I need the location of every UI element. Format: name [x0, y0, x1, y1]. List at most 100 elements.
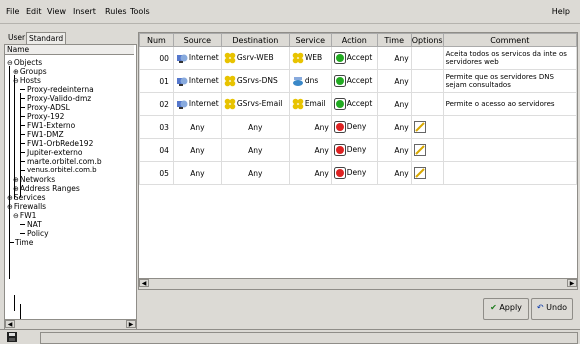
tree-node-proxy-valido-dmz[interactable]: Proxy-Valido-dmz [27, 94, 91, 103]
cell-destination[interactable]: Any [220, 138, 290, 162]
collapse-icon[interactable]: ⊖ [13, 212, 19, 220]
cell-destination[interactable]: Any [220, 161, 290, 185]
cell-service[interactable]: Any [288, 115, 332, 139]
header-time[interactable]: Time [376, 33, 412, 47]
cell-action[interactable]: Deny [330, 161, 378, 185]
scroll-right-icon[interactable]: ▶ [126, 320, 136, 328]
tree-node-jupiter-externo[interactable]: Jupiter-externo [27, 148, 82, 157]
cell-options[interactable] [410, 46, 444, 70]
cell-destination[interactable]: GSrvs-DNS [220, 69, 290, 93]
scroll-right-icon[interactable]: ▶ [567, 279, 577, 287]
cell-num[interactable]: 02 [139, 92, 174, 116]
pencil-icon[interactable] [413, 144, 426, 156]
menu-help[interactable]: Help [552, 7, 570, 16]
cell-time[interactable]: Any [376, 69, 412, 93]
expand-icon[interactable]: ⊕ [13, 185, 19, 193]
cell-num[interactable]: 03 [139, 115, 174, 139]
collapse-icon[interactable]: ⊖ [7, 59, 13, 67]
cell-action[interactable]: Deny [330, 115, 378, 139]
scroll-left-icon[interactable]: ◀ [5, 320, 15, 328]
tree-node-time[interactable]: Time [15, 238, 33, 247]
cell-comment[interactable] [442, 115, 577, 139]
cell-time[interactable]: Any [376, 46, 412, 70]
tree-node-nat[interactable]: NAT [27, 220, 42, 229]
tree-node-venus[interactable]: venus.orbitel.com.b [27, 166, 97, 175]
cell-action[interactable]: Accept [330, 92, 378, 116]
tree-node-proxy-adsl[interactable]: Proxy-ADSL [27, 103, 70, 112]
cell-source[interactable]: Internet [172, 92, 222, 116]
cell-num[interactable]: 00 [139, 46, 174, 70]
table-row[interactable]: 00 Internet Gsrv-WEB WEB Accept Any Aceita tod… [139, 46, 577, 70]
tree-node-fw1-orbrede192[interactable]: FW1-OrbRede192 [27, 139, 93, 148]
tab-standard[interactable]: Standard [26, 32, 67, 44]
table-row[interactable]: 01 Internet GSrvs-DNS dns Accept Any Permite q… [139, 69, 577, 93]
tree-node-proxy-192[interactable]: Proxy-192 [27, 112, 64, 121]
cell-num[interactable]: 04 [139, 138, 174, 162]
cell-action[interactable]: Accept [330, 46, 378, 70]
cell-comment[interactable] [442, 161, 577, 185]
tree-node-proxy-redeinterna[interactable]: Proxy-redeinterna [27, 85, 94, 94]
cell-options[interactable] [410, 138, 444, 162]
pencil-icon[interactable] [413, 167, 426, 179]
tree-node-fw1-externo[interactable]: FW1-Externo [27, 121, 75, 130]
scroll-left-icon[interactable]: ◀ [139, 279, 149, 287]
table-horizontal-scrollbar[interactable]: ◀ ▶ [138, 278, 578, 290]
pencil-icon[interactable] [413, 121, 426, 133]
header-action[interactable]: Action [330, 33, 378, 47]
table-row[interactable]: 05 Any Any Any Deny Any [139, 161, 577, 185]
tree-header-name[interactable]: Name [5, 45, 134, 55]
cell-comment[interactable]: Permite que os servidores DNS sejam cons… [442, 69, 577, 93]
cell-time[interactable]: Any [376, 138, 412, 162]
cell-source[interactable]: Any [172, 115, 222, 139]
header-service[interactable]: Service [288, 33, 332, 47]
undo-button[interactable]: ↶ Undo [531, 298, 573, 320]
cell-comment[interactable] [442, 138, 577, 162]
tab-user[interactable]: User [6, 32, 28, 43]
cell-service[interactable]: dns [288, 69, 332, 93]
cell-time[interactable]: Any [376, 115, 412, 139]
table-row[interactable]: 02 Internet GSrvs-Email Email Accept Any Permi… [139, 92, 577, 116]
tree-node-policy[interactable]: Policy [27, 229, 49, 238]
cell-options[interactable] [410, 69, 444, 93]
tree-node-fw1-dmz[interactable]: FW1-DMZ [27, 130, 64, 139]
cell-source[interactable]: Internet [172, 69, 222, 93]
header-options[interactable]: Options [410, 33, 444, 47]
menu-edit[interactable]: Edit [26, 7, 42, 16]
expand-icon[interactable]: ⊕ [13, 176, 19, 184]
cell-destination[interactable]: Any [220, 115, 290, 139]
cell-options[interactable] [410, 161, 444, 185]
cell-destination[interactable]: Gsrv-WEB [220, 46, 290, 70]
cell-service[interactable]: WEB [288, 46, 332, 70]
cell-source[interactable]: Any [172, 161, 222, 185]
expand-icon[interactable]: ⊕ [7, 194, 13, 202]
cell-service[interactable]: Email [288, 92, 332, 116]
collapse-icon[interactable]: ⊖ [7, 203, 13, 211]
table-row[interactable]: 04 Any Any Any Deny Any [139, 138, 577, 162]
cell-action[interactable]: Deny [330, 138, 378, 162]
header-num[interactable]: Num [139, 33, 174, 47]
menu-tools[interactable]: Tools [130, 7, 150, 16]
cell-source[interactable]: Internet [172, 46, 222, 70]
cell-action[interactable]: Accept [330, 69, 378, 93]
menu-insert[interactable]: Insert [73, 7, 96, 16]
cell-time[interactable]: Any [376, 92, 412, 116]
cell-service[interactable]: Any [288, 161, 332, 185]
cell-num[interactable]: 01 [139, 69, 174, 93]
header-destination[interactable]: Destination [220, 33, 290, 47]
expand-icon[interactable]: ⊕ [13, 68, 19, 76]
header-comment[interactable]: Comment [442, 33, 577, 47]
cell-options[interactable] [410, 92, 444, 116]
cell-num[interactable]: 05 [139, 161, 174, 185]
cell-source[interactable]: Any [172, 138, 222, 162]
header-source[interactable]: Source [172, 33, 222, 47]
tree-node-marte[interactable]: marte.orbitel.com.b [27, 157, 102, 166]
cell-options[interactable] [410, 115, 444, 139]
cell-time[interactable]: Any [376, 161, 412, 185]
cell-comment[interactable]: Permite o acesso ao servidores [442, 92, 577, 116]
menu-rules[interactable]: Rules [105, 7, 127, 16]
apply-button[interactable]: ✔ Apply [483, 298, 529, 320]
menu-view[interactable]: View [47, 7, 66, 16]
cell-service[interactable]: Any [288, 138, 332, 162]
menu-file[interactable]: File [6, 7, 19, 16]
cell-comment[interactable]: Aceita todos os servicos da inte os serv… [442, 46, 577, 70]
